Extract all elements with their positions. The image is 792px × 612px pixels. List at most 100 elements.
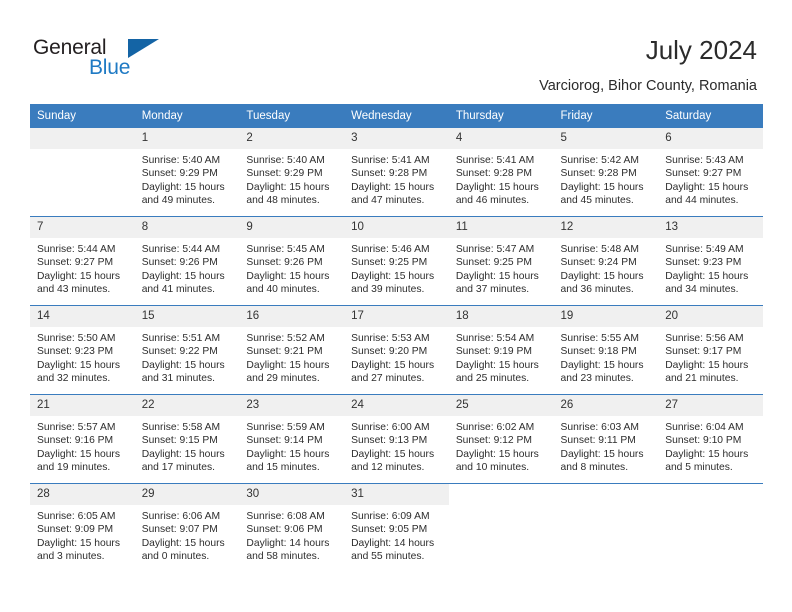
day-info-line: and 23 minutes. (560, 373, 634, 385)
day-info-line: and 58 minutes. (246, 551, 320, 563)
day-info-line: Daylight: 15 hours (665, 359, 749, 371)
calendar-week-row: 21 Sunrise: 5:57 AM Sunset: 9:16 PM Dayligh… (30, 394, 763, 484)
calendar-day-cell[interactable]: 29 Sunrise: 6:06 AM Sunset: 9:07 PM Dayligh… (134, 483, 240, 572)
day-number (30, 128, 135, 149)
calendar-day-cell[interactable]: 5 Sunrise: 5:42 AM Sunset: 9:28 PM Daylight… (553, 128, 659, 217)
day-number: 18 (448, 306, 554, 327)
day-info-line: Sunrise: 5:52 AM (246, 333, 325, 344)
calendar-week-row: 28 Sunrise: 6:05 AM Sunset: 9:09 PM Dayligh… (30, 483, 763, 572)
day-info-line: Daylight: 15 hours (455, 181, 539, 193)
day-info-line: Sunset: 9:23 PM (37, 346, 114, 358)
day-sun-info: Sunrise: 5:59 AM Sunset: 9:14 PM Daylight:… (239, 416, 344, 475)
day-info-line: Sunrise: 5:51 AM (141, 333, 221, 344)
day-sun-info: Sunrise: 5:56 AM Sunset: 9:17 PM Daylight:… (658, 327, 763, 386)
calendar-day-cell[interactable]: 2 Sunrise: 5:40 AM Sunset: 9:29 PM Daylight… (239, 128, 345, 217)
calendar-day-cell[interactable]: 14 Sunrise: 5:50 AM Sunset: 9:23 PM Dayligh… (30, 305, 135, 395)
calendar-empty-cell (658, 483, 763, 572)
calendar-day-cell[interactable]: 31 Sunrise: 6:09 AM Sunset: 9:05 PM Dayligh… (344, 483, 449, 572)
calendar-day-cell[interactable]: 22 Sunrise: 5:58 AM Sunset: 9:15 PM Dayligh… (134, 394, 240, 484)
calendar-day-cell[interactable]: 30 Sunrise: 6:08 AM Sunset: 9:06 PM Dayligh… (239, 483, 345, 572)
day-info-line: Daylight: 14 hours (246, 537, 330, 549)
day-info-line: Daylight: 15 hours (455, 270, 539, 282)
day-sun-info: Sunrise: 6:05 AM Sunset: 9:09 PM Daylight:… (30, 505, 135, 564)
day-sun-info: Sunrise: 5:46 AM Sunset: 9:25 PM Daylight:… (344, 238, 449, 297)
day-info-line: Sunrise: 5:46 AM (351, 244, 430, 255)
day-number: 2 (239, 128, 345, 149)
day-info-line: and 31 minutes. (141, 373, 215, 385)
day-info-line: and 10 minutes. (455, 462, 530, 474)
day-number: 19 (553, 306, 659, 327)
day-info-line: Sunset: 9:27 PM (665, 168, 742, 180)
day-info-line: Daylight: 15 hours (351, 270, 435, 282)
day-sun-info: Sunrise: 5:50 AM Sunset: 9:23 PM Daylight:… (30, 327, 135, 386)
day-info-line: Sunset: 9:18 PM (560, 346, 637, 358)
day-info-line: Sunset: 9:21 PM (246, 346, 323, 358)
general-blue-logo[interactable]: General Blue (33, 36, 223, 86)
day-info-line: Sunrise: 6:08 AM (246, 511, 325, 522)
day-info-line: Sunset: 9:25 PM (455, 257, 532, 269)
calendar-day-cell[interactable]: 17 Sunrise: 5:53 AM Sunset: 9:20 PM Dayligh… (344, 305, 449, 395)
calendar-grid: Sunday Monday Tuesday Wednesday Thursday… (30, 104, 763, 572)
weekday-header-tuesday: Tuesday (239, 104, 345, 128)
day-info-line: and 8 minutes. (560, 462, 629, 474)
calendar-day-cell[interactable]: 28 Sunrise: 6:05 AM Sunset: 9:09 PM Dayligh… (30, 483, 135, 572)
calendar-day-cell[interactable]: 13 Sunrise: 5:49 AM Sunset: 9:23 PM Dayligh… (658, 216, 763, 306)
day-number: 24 (344, 395, 449, 416)
day-sun-info: Sunrise: 5:48 AM Sunset: 9:24 PM Daylight:… (554, 238, 659, 297)
page-header: General Blue July 2024 Varciorog, Bihor … (0, 0, 792, 103)
day-info-line: Daylight: 15 hours (351, 181, 435, 193)
day-info-line: Sunrise: 5:40 AM (246, 155, 325, 166)
calendar-day-cell[interactable]: 24 Sunrise: 6:00 AM Sunset: 9:13 PM Dayligh… (344, 394, 449, 484)
calendar-day-cell[interactable]: 3 Sunrise: 5:41 AM Sunset: 9:28 PM Daylight… (344, 128, 449, 217)
calendar-day-cell[interactable]: 7 Sunrise: 5:44 AM Sunset: 9:27 PM Daylight… (30, 216, 135, 306)
day-info-line: Sunrise: 5:41 AM (351, 155, 430, 166)
day-sun-info: Sunrise: 5:54 AM Sunset: 9:19 PM Daylight:… (449, 327, 554, 386)
day-sun-info: Sunrise: 6:03 AM Sunset: 9:11 PM Daylight:… (554, 416, 659, 475)
day-info-line: Daylight: 15 hours (351, 359, 435, 371)
day-info-line: Daylight: 15 hours (246, 359, 330, 371)
calendar-day-cell[interactable]: 16 Sunrise: 5:52 AM Sunset: 9:21 PM Dayligh… (239, 305, 345, 395)
calendar-day-cell[interactable]: 26 Sunrise: 6:03 AM Sunset: 9:11 PM Dayligh… (553, 394, 659, 484)
calendar-day-cell[interactable]: 25 Sunrise: 6:02 AM Sunset: 9:12 PM Dayligh… (448, 394, 554, 484)
calendar-day-cell[interactable]: 10 Sunrise: 5:46 AM Sunset: 9:25 PM Dayligh… (344, 216, 449, 306)
day-number: 25 (448, 395, 554, 416)
day-info-line: Sunset: 9:16 PM (37, 435, 114, 447)
day-info-line: Sunrise: 5:43 AM (665, 155, 744, 166)
day-sun-info: Sunrise: 5:42 AM Sunset: 9:28 PM Daylight:… (554, 149, 659, 208)
day-info-line: Sunset: 9:11 PM (560, 435, 636, 447)
calendar-day-cell[interactable]: 6 Sunrise: 5:43 AM Sunset: 9:27 PM Daylight… (658, 128, 763, 217)
calendar-day-cell[interactable]: 18 Sunrise: 5:54 AM Sunset: 9:19 PM Dayligh… (448, 305, 554, 395)
day-info-line: Daylight: 15 hours (246, 448, 330, 460)
calendar-day-cell[interactable]: 1 Sunrise: 5:40 AM Sunset: 9:29 PM Daylight… (134, 128, 240, 217)
calendar-day-cell[interactable]: 9 Sunrise: 5:45 AM Sunset: 9:26 PM Daylight… (239, 216, 345, 306)
day-info-line: Daylight: 15 hours (665, 448, 749, 460)
day-info-line: Sunset: 9:20 PM (351, 346, 428, 358)
day-number: 10 (344, 217, 449, 238)
calendar-day-cell[interactable]: 15 Sunrise: 5:51 AM Sunset: 9:22 PM Dayligh… (134, 305, 240, 395)
day-info-line: Sunset: 9:12 PM (455, 435, 532, 447)
day-info-line: Sunrise: 5:53 AM (351, 333, 430, 344)
calendar-day-cell[interactable]: 19 Sunrise: 5:55 AM Sunset: 9:18 PM Dayligh… (553, 305, 659, 395)
weekday-header-friday: Friday (553, 104, 659, 128)
day-info-line: Sunset: 9:29 PM (141, 168, 218, 180)
calendar-page: General Blue July 2024 Varciorog, Bihor … (0, 0, 792, 612)
calendar-day-cell[interactable]: 20 Sunrise: 5:56 AM Sunset: 9:17 PM Dayligh… (658, 305, 763, 395)
day-info-line: Daylight: 15 hours (37, 537, 120, 549)
day-info-line: Sunset: 9:23 PM (665, 257, 742, 269)
calendar-day-cell[interactable]: 27 Sunrise: 6:04 AM Sunset: 9:10 PM Dayligh… (658, 394, 763, 484)
page-title: July 2024 (645, 35, 757, 65)
calendar-day-cell[interactable]: 8 Sunrise: 5:44 AM Sunset: 9:26 PM Daylight… (134, 216, 240, 306)
calendar-day-cell[interactable]: 21 Sunrise: 5:57 AM Sunset: 9:16 PM Dayligh… (30, 394, 135, 484)
calendar-day-cell[interactable]: 11 Sunrise: 5:47 AM Sunset: 9:25 PM Dayligh… (448, 216, 554, 306)
calendar-day-cell[interactable]: 23 Sunrise: 5:59 AM Sunset: 9:14 PM Dayligh… (239, 394, 345, 484)
day-info-line: Sunset: 9:29 PM (246, 168, 323, 180)
day-info-line: Daylight: 15 hours (246, 270, 330, 282)
day-info-line: Daylight: 14 hours (351, 537, 435, 549)
day-sun-info: Sunrise: 5:49 AM Sunset: 9:23 PM Daylight:… (658, 238, 763, 297)
calendar-day-cell[interactable]: 4 Sunrise: 5:41 AM Sunset: 9:28 PM Daylight… (448, 128, 554, 217)
day-info-line: Sunrise: 5:47 AM (455, 244, 535, 255)
calendar-day-cell[interactable]: 12 Sunrise: 5:48 AM Sunset: 9:24 PM Dayligh… (553, 216, 659, 306)
day-info-line: Sunrise: 5:54 AM (455, 333, 535, 344)
day-info-line: and 29 minutes. (246, 373, 320, 385)
day-info-line: and 43 minutes. (37, 284, 111, 296)
